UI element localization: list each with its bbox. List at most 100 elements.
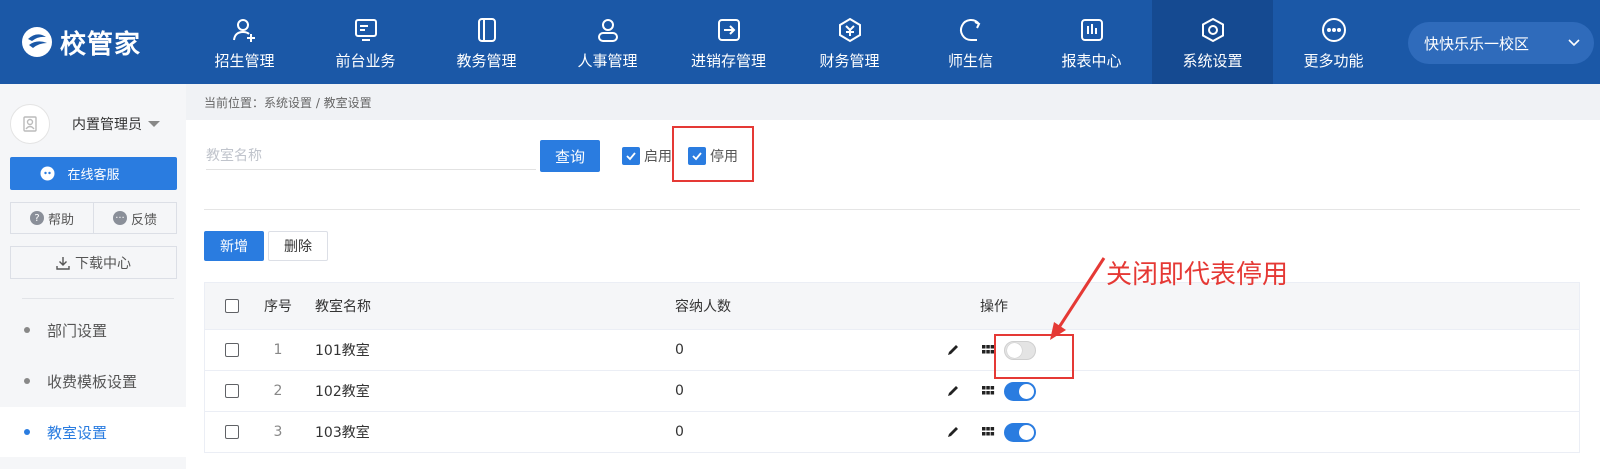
- user-menu[interactable]: 内置管理员: [10, 102, 160, 146]
- enabled-checkbox[interactable]: 启用: [622, 146, 672, 166]
- pencil-icon[interactable]: [945, 342, 961, 358]
- nav-label: 更多功能: [1303, 52, 1364, 70]
- annotation-text: 关闭即代表停用: [1106, 260, 1289, 290]
- table-row: 3 103教室 0: [204, 412, 1580, 453]
- row-name: 101教室: [315, 343, 370, 359]
- user-plus-icon: [232, 19, 255, 42]
- brand-logo[interactable]: 校管家: [20, 22, 141, 62]
- screen-icon: [354, 19, 377, 41]
- status-toggle[interactable]: [1004, 382, 1036, 401]
- nav-item-hr[interactable]: 人事管理: [547, 0, 668, 84]
- sidebar-item-label: 收费模板设置: [47, 372, 138, 391]
- question-icon: ?: [29, 211, 44, 225]
- pencil-icon[interactable]: [945, 383, 961, 399]
- row-capacity: 0: [675, 342, 684, 358]
- toggle-knob: [1019, 384, 1034, 399]
- nav-label: 报表中心: [1061, 52, 1122, 70]
- nav-item-messages[interactable]: 师生信: [910, 0, 1031, 84]
- header-no: 序号: [264, 299, 292, 315]
- nav-label: 前台业务: [335, 52, 396, 70]
- download-center-button[interactable]: 下载中心: [10, 246, 177, 279]
- nav-item-academic[interactable]: 教务管理: [426, 0, 547, 84]
- add-label: 新增: [220, 239, 248, 255]
- download-center-label: 下载中心: [75, 255, 131, 272]
- pencil-icon[interactable]: [945, 424, 961, 440]
- nav-label: 教务管理: [456, 52, 517, 70]
- feedback-label: 反馈: [130, 212, 157, 228]
- row-no: 3: [273, 424, 283, 440]
- sidebar-item-fee-template[interactable]: 收费模板设置: [0, 356, 186, 406]
- query-label: 查询: [554, 147, 585, 166]
- delete-label: 删除: [284, 239, 312, 255]
- help-label: 帮助: [47, 212, 74, 228]
- checkbox-checked-icon: [622, 147, 640, 165]
- row-select-cell: [225, 330, 239, 370]
- row-checkbox[interactable]: [225, 425, 239, 439]
- nav-label: 进销存管理: [690, 52, 766, 70]
- filter-divider: [204, 209, 1580, 210]
- classroom-name-search-input[interactable]: [206, 142, 536, 170]
- grid-icon[interactable]: [981, 384, 995, 398]
- settings-hex-icon: [1201, 17, 1224, 43]
- breadcrumb-text: 当前位置：系统设置 / 教室设置: [204, 95, 372, 110]
- grid-icon[interactable]: [981, 343, 995, 357]
- nav-item-inventory[interactable]: 进销存管理: [668, 0, 789, 84]
- brand-name: 校管家: [60, 29, 142, 60]
- row-capacity: 0: [675, 383, 684, 399]
- nav-item-reports[interactable]: 报表中心: [1031, 0, 1152, 84]
- nav-label: 人事管理: [577, 52, 638, 70]
- help-feedback-row: ? 帮助 ··· 反馈: [10, 202, 177, 234]
- grid-icon[interactable]: [981, 425, 995, 439]
- row-no: 2: [273, 383, 283, 399]
- help-button[interactable]: ? 帮助: [11, 203, 93, 233]
- highlight-box-disabled-filter: [672, 126, 754, 182]
- chat-bubble-icon: [959, 19, 980, 41]
- row-select-cell: [225, 371, 239, 411]
- feedback-button[interactable]: ··· 反馈: [93, 203, 176, 233]
- avatar-icon: [23, 116, 37, 132]
- campus-selector[interactable]: 快快乐乐一校区: [1408, 22, 1594, 64]
- online-service-label: 在线客服: [67, 168, 120, 183]
- nav-item-finance[interactable]: 财务管理: [789, 0, 910, 84]
- nav-item-front-desk[interactable]: 前台业务: [305, 0, 426, 84]
- sidebar-item-department[interactable]: 部门设置: [0, 305, 186, 355]
- headset-icon: [40, 166, 55, 181]
- enabled-label: 启用: [644, 149, 672, 165]
- add-button[interactable]: 新增: [204, 231, 264, 261]
- query-button[interactable]: 查询: [540, 140, 600, 172]
- row-select-cell: [225, 412, 239, 452]
- table-header: 序号 教室名称 容纳人数 操作: [204, 282, 1580, 330]
- table-row: 1 101教室 0: [204, 330, 1580, 371]
- more-dots-icon: [1321, 18, 1346, 42]
- delete-button[interactable]: 删除: [268, 231, 328, 261]
- nav-label: 财务管理: [819, 52, 880, 70]
- nav-item-system-settings[interactable]: 系统设置: [1152, 0, 1273, 84]
- nav-item-enrollment[interactable]: 招生管理: [184, 0, 305, 84]
- sidebar-item-label: 部门设置: [47, 321, 108, 340]
- breadcrumb: 当前位置：系统设置 / 教室设置: [186, 84, 1600, 120]
- nav-item-more[interactable]: 更多功能: [1273, 0, 1394, 84]
- select-all-checkbox[interactable]: [225, 299, 239, 313]
- money-bag-icon: [838, 17, 861, 43]
- classroom-table: 序号 教室名称 容纳人数 操作 1 101教室 0 2 102教室 0 3 10…: [204, 282, 1580, 453]
- row-no: 1: [273, 342, 283, 358]
- row-name: 103教室: [315, 425, 370, 441]
- header-ops: 操作: [980, 299, 1008, 315]
- row-checkbox[interactable]: [225, 384, 239, 398]
- caret-down-icon: [148, 121, 160, 127]
- chevron-down-icon: [1568, 39, 1580, 47]
- nav-label: 师生信: [947, 52, 993, 70]
- select-all-cell: [225, 283, 239, 329]
- bullet-icon: [24, 327, 30, 333]
- avatar: [10, 104, 50, 144]
- inbox-arrow-icon: [717, 19, 740, 41]
- sidebar-item-classroom[interactable]: 教室设置: [0, 407, 186, 457]
- online-service-button[interactable]: 在线客服: [10, 157, 177, 190]
- download-icon: [56, 256, 70, 270]
- row-checkbox[interactable]: [225, 343, 239, 357]
- top-navigation-bar: 校管家 招生管理 前台业务 教务管理 人事管理 进销存管理 财务管理 师生信 报…: [0, 0, 1600, 84]
- person-icon: [597, 19, 618, 42]
- logo-icon: [22, 27, 52, 57]
- status-toggle[interactable]: [1004, 423, 1036, 442]
- user-name: 内置管理员: [72, 117, 142, 133]
